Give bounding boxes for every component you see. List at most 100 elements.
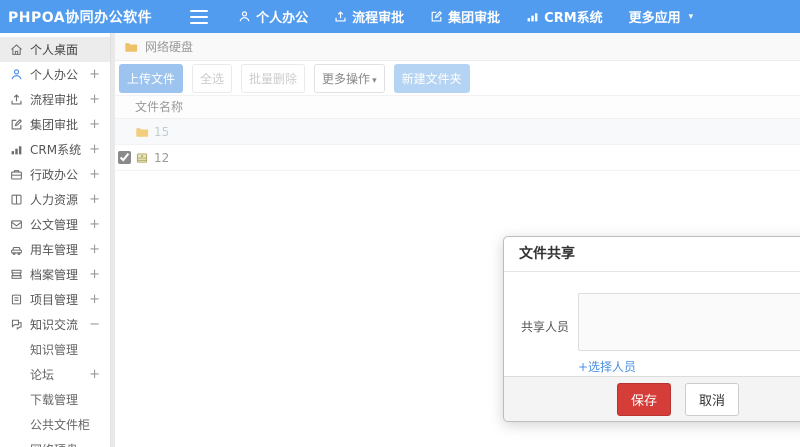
- sidebar-item-workflow[interactable]: 流程审批 +: [0, 87, 110, 112]
- sidebar-item-label: 档案管理: [30, 268, 79, 282]
- workflow-icon: [10, 93, 23, 106]
- expand-plus-icon[interactable]: +: [89, 92, 100, 107]
- sidebar-subitem-label: 下载管理: [30, 393, 79, 407]
- sidebar-subitem-label: 公共文件柜: [30, 418, 91, 432]
- sidebar-item-label: 知识交流: [30, 318, 79, 332]
- expand-plus-icon[interactable]: +: [89, 292, 100, 307]
- save-button[interactable]: 保存: [616, 382, 671, 416]
- sidebar-item-label: 人力资源: [30, 193, 79, 207]
- expand-plus-icon[interactable]: +: [89, 67, 100, 82]
- sidebar-item-label: 用车管理: [30, 243, 79, 257]
- select-all-button[interactable]: 全选: [192, 63, 233, 93]
- sidebar-item-label: CRM系统: [30, 143, 82, 157]
- share-personnel-input[interactable]: [578, 293, 800, 351]
- cancel-button[interactable]: 取消: [685, 382, 740, 416]
- upload-file-button[interactable]: 上传文件: [119, 63, 184, 93]
- topnav-item-more-apps[interactable]: 更多应用 ▾: [629, 7, 694, 26]
- chat-icon: [10, 318, 23, 331]
- chart-icon: [526, 10, 539, 23]
- app-title: PHPOA协同办公软件: [8, 9, 153, 26]
- file-row[interactable]: 15: [115, 119, 800, 145]
- choose-personnel-link[interactable]: +选择人员: [578, 358, 636, 375]
- topnav-item-label: 更多应用: [628, 11, 681, 26]
- topnav-item-workflow[interactable]: 流程审批: [334, 7, 404, 26]
- sidebar-item-person[interactable]: 个人办公 +: [0, 62, 110, 87]
- topnav-item-label: 个人办公: [256, 11, 309, 26]
- book-icon: [10, 193, 23, 206]
- sidebar-subitem[interactable]: 知识管理: [0, 337, 110, 362]
- expand-plus-icon[interactable]: +: [89, 267, 100, 282]
- sidebar-item-book[interactable]: 人力资源 +: [0, 187, 110, 212]
- breadcrumb: 网络硬盘: [115, 33, 800, 61]
- batch-delete-button[interactable]: 批量删除: [241, 63, 306, 93]
- top-nav: 个人办公 流程审批 集团审批 CRM系统 更多应用 ▾: [238, 7, 693, 26]
- more-operations-button[interactable]: 更多操作 ▾: [314, 63, 385, 93]
- topnav-item-label: CRM系统: [544, 11, 603, 26]
- expand-plus-icon[interactable]: +: [89, 217, 100, 232]
- share-personnel-label: 共享人员: [520, 320, 569, 334]
- car-icon: [10, 243, 23, 256]
- topnav-item-label: 集团审批: [448, 11, 501, 26]
- topbar: PHPOA协同办公软件 个人办公 流程审批 集团审批 CRM系统 更多应用 ▾: [0, 0, 800, 33]
- sidebar-item-home[interactable]: 个人桌面: [0, 37, 110, 62]
- file-name: 15: [154, 124, 170, 139]
- workflow-icon: [334, 10, 347, 23]
- file-name: 12: [154, 150, 170, 165]
- sidebar-item-edit[interactable]: 集团审批 +: [0, 112, 110, 137]
- clipboard-icon: [10, 293, 23, 306]
- sidebar-menu: 个人桌面个人办公 + 流程审批 + 集团审批 + CRM系统 + 行政办公 + 人力资源 + 公文管理 +…: [0, 33, 110, 447]
- collapse-minus-icon[interactable]: −: [89, 317, 100, 332]
- dialog-body: 共享人员 +选择人员: [504, 272, 800, 376]
- expand-plus-icon[interactable]: +: [89, 117, 100, 132]
- sidebar-item-chat[interactable]: 知识交流 −: [0, 312, 110, 337]
- sidebar-item-car[interactable]: 用车管理 +: [0, 237, 110, 262]
- mail-icon: [10, 218, 23, 231]
- folder-icon: [134, 125, 150, 139]
- topnav-item-chart[interactable]: CRM系统: [526, 7, 603, 26]
- file-row[interactable]: 12: [115, 145, 800, 171]
- file-name-column-header: 文件名称: [115, 95, 800, 119]
- sidebar-item-label: 流程审批: [30, 93, 79, 107]
- file-checkbox[interactable]: [118, 151, 131, 164]
- person-icon: [238, 10, 251, 23]
- caret-down-icon: ▾: [688, 11, 694, 22]
- sidebar-subitem-label: 网络硬盘: [30, 441, 78, 447]
- sidebar-item-label: 集团审批: [30, 118, 79, 132]
- dialog-footer: 保存 取消: [504, 376, 800, 421]
- topnav-item-person[interactable]: 个人办公: [238, 7, 308, 26]
- sidebar-item-label: 个人办公: [30, 68, 79, 82]
- sidebar-item-clipboard[interactable]: 项目管理 +: [0, 287, 110, 312]
- hamburger-menu-icon[interactable]: [190, 9, 209, 24]
- topnav-item-label: 流程审批: [352, 11, 405, 26]
- home-icon: [10, 43, 23, 56]
- sidebar-item-chart[interactable]: CRM系统 +: [0, 137, 110, 162]
- sidebar-subitem[interactable]: 公共文件柜: [0, 412, 110, 437]
- folder-icon: [123, 40, 139, 54]
- dialog-title: 文件共享: [504, 237, 800, 272]
- more-operations-label: 更多操作: [322, 71, 371, 86]
- chart-icon: [10, 143, 23, 156]
- expand-plus-icon[interactable]: +: [89, 167, 100, 182]
- topnav-item-edit[interactable]: 集团审批: [430, 7, 500, 26]
- edit-icon: [10, 118, 23, 131]
- sidebar-item-label: 行政办公: [30, 168, 79, 182]
- file-list: 15 12: [115, 119, 800, 171]
- file-share-dialog: 文件共享 共享人员 +选择人员 保存 取消: [503, 236, 800, 422]
- sidebar-item-archive[interactable]: 档案管理 +: [0, 262, 110, 287]
- sidebar-subitem[interactable]: 下载管理: [0, 387, 110, 412]
- expand-plus-icon[interactable]: +: [89, 192, 100, 207]
- sidebar-subitem-label: 论坛: [30, 368, 55, 382]
- new-folder-button[interactable]: 新建文件夹: [393, 63, 470, 93]
- caret-down-icon: ▾: [372, 75, 377, 86]
- sidebar-subitem[interactable]: 网络硬盘: [0, 437, 110, 447]
- archive-icon: [10, 268, 23, 281]
- expand-plus-icon[interactable]: +: [89, 142, 100, 157]
- sidebar-item-label: 公文管理: [30, 218, 79, 232]
- sidebar-subitem[interactable]: 论坛 +: [0, 362, 110, 387]
- sidebar-item-mail[interactable]: 公文管理 +: [0, 212, 110, 237]
- sidebar-item-briefcase[interactable]: 行政办公 +: [0, 162, 110, 187]
- expand-plus-icon[interactable]: +: [89, 242, 100, 257]
- app-window: PHPOA协同办公软件 个人办公 流程审批 集团审批 CRM系统 更多应用 ▾ 个人桌面个…: [0, 0, 800, 447]
- expand-plus-icon[interactable]: +: [89, 367, 100, 382]
- sidebar-item-label: 项目管理: [30, 293, 79, 307]
